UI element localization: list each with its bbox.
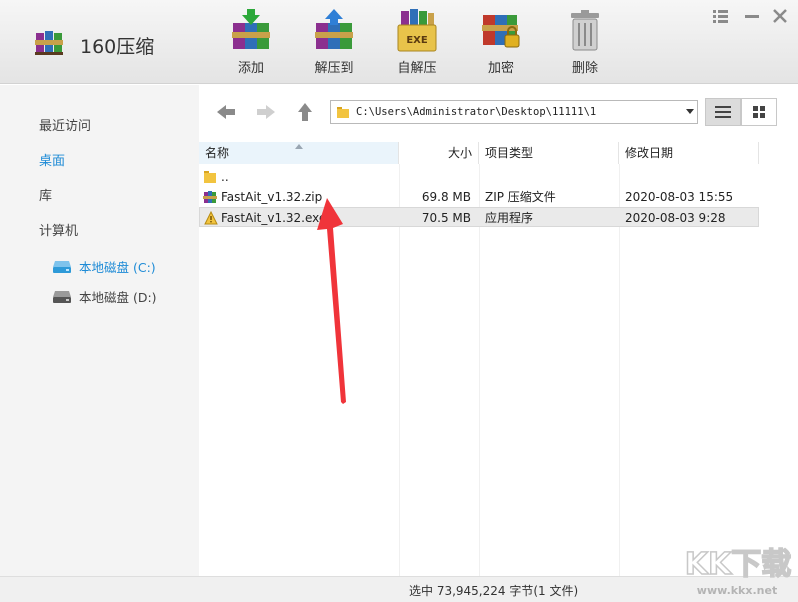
path-field[interactable]: C:\Users\Administrator\Desktop\11111\1 xyxy=(330,100,698,124)
column-header-size[interactable]: 大小 xyxy=(399,142,479,164)
file-date: 2020-08-03 9:28 xyxy=(625,211,726,225)
arrow-right-icon[interactable] xyxy=(254,100,278,124)
arrow-up-icon[interactable] xyxy=(293,100,317,124)
encrypt-lock-icon xyxy=(482,15,520,48)
extract-to-button[interactable]: 解压到 xyxy=(299,6,369,76)
file-date: 2020-08-03 15:55 xyxy=(625,190,734,204)
column-header-name[interactable]: 名称 xyxy=(199,142,399,164)
kk-download-logo: KK下载 xyxy=(684,546,792,583)
trash-icon xyxy=(571,10,599,51)
path-text: C:\Users\Administrator\Desktop\11111\1 xyxy=(356,106,597,118)
column-size-label: 大小 xyxy=(447,146,472,160)
delete-button[interactable]: 删除 xyxy=(550,6,620,76)
column-type-label: 项目类型 xyxy=(485,146,534,160)
status-text: 选中 73,945,224 字节(1 文件) xyxy=(409,584,579,598)
sidebar-drive-d[interactable]: 本地磁盘 (D:) xyxy=(52,287,157,306)
sort-ascending-icon xyxy=(295,144,303,149)
winrar-books-icon xyxy=(35,31,63,55)
drive-icon xyxy=(53,260,71,273)
sidebar-item-computer[interactable]: 计算机 xyxy=(39,220,78,239)
encrypt-button[interactable]: 加密 xyxy=(466,6,536,76)
sidebar-item-desktop[interactable]: 桌面 xyxy=(39,150,65,169)
column-header-type[interactable]: 项目类型 xyxy=(479,142,619,164)
folder-icon xyxy=(204,171,216,183)
file-name: FastAit_v1.32.exe xyxy=(221,211,327,225)
hamburger-icon[interactable] xyxy=(710,6,730,26)
sidebar: 最近访问 桌面 库 计算机 本地磁盘 (C:) 本地磁盘 (D:) xyxy=(0,85,199,602)
view-grid-button[interactable] xyxy=(741,98,777,126)
encrypt-label: 加密 xyxy=(487,61,514,76)
self-extract-button[interactable]: EXE 自解压 xyxy=(382,6,452,76)
file-size: 70.5 MB xyxy=(421,211,471,225)
sidebar-item-library[interactable]: 库 xyxy=(39,185,52,204)
column-date-label: 修改日期 xyxy=(625,146,674,160)
file-name: FastAit_v1.32.zip xyxy=(221,190,323,204)
svg-text:KK下载: KK下载 xyxy=(685,547,792,582)
file-name: .. xyxy=(221,170,229,184)
add-label: 添加 xyxy=(237,61,264,76)
file-type: ZIP 压缩文件 xyxy=(485,190,556,204)
app-title: 160压缩 xyxy=(80,36,155,58)
column-header-date[interactable]: 修改日期 xyxy=(619,142,759,164)
add-button[interactable]: 添加 xyxy=(216,6,286,76)
path-dropdown[interactable] xyxy=(683,101,697,123)
exe-warning-icon xyxy=(204,211,218,225)
sidebar-drive-c[interactable]: 本地磁盘 (C:) xyxy=(52,257,156,276)
table-row[interactable]: .. xyxy=(199,167,759,187)
close-icon[interactable] xyxy=(770,6,790,26)
drive-icon xyxy=(53,290,71,303)
zip-archive-icon xyxy=(203,191,217,203)
svg-text:EXE: EXE xyxy=(406,35,428,46)
chevron-down-icon xyxy=(686,109,694,114)
arrow-left-icon[interactable] xyxy=(214,100,238,124)
grid-view-icon xyxy=(753,106,765,118)
table-row-selected[interactable]: FastAit_v1.32.exe 70.5 MB 应用程序 2020-08-0… xyxy=(199,207,759,227)
folder-icon xyxy=(337,107,349,118)
status-bar: 选中 73,945,224 字节(1 文件) xyxy=(0,576,798,602)
delete-label: 删除 xyxy=(571,61,598,76)
extract-to-label: 解压到 xyxy=(314,61,354,76)
extract-to-icon xyxy=(315,9,353,49)
add-archive-icon xyxy=(232,9,270,49)
file-type: 应用程序 xyxy=(485,211,534,225)
file-list: 名称 大小 项目类型 修改日期 .. FastAit_v1.32.zip 69.… xyxy=(199,140,798,576)
column-name-label: 名称 xyxy=(205,146,230,160)
file-size: 69.8 MB xyxy=(421,190,471,204)
self-extract-label: 自解压 xyxy=(397,61,437,76)
minimize-icon[interactable] xyxy=(742,6,762,26)
list-view-icon xyxy=(715,106,731,118)
watermark-url: www.kkx.net xyxy=(696,584,778,597)
top-toolbar: 160压缩 添加 解压到 EXE 自解压 加密 删除 xyxy=(0,0,798,84)
navigation-bar: C:\Users\Administrator\Desktop\11111\1 xyxy=(199,85,798,140)
drive-d-label: 本地磁盘 (D:) xyxy=(79,290,157,305)
watermark: KK下载 www.kkx.net xyxy=(682,540,794,600)
self-extract-exe-icon: EXE xyxy=(397,9,437,52)
drive-c-label: 本地磁盘 (C:) xyxy=(79,260,156,275)
table-row[interactable]: FastAit_v1.32.zip 69.8 MB ZIP 压缩文件 2020-… xyxy=(199,187,759,207)
view-list-button[interactable] xyxy=(705,98,741,126)
sidebar-item-recent[interactable]: 最近访问 xyxy=(39,115,91,134)
